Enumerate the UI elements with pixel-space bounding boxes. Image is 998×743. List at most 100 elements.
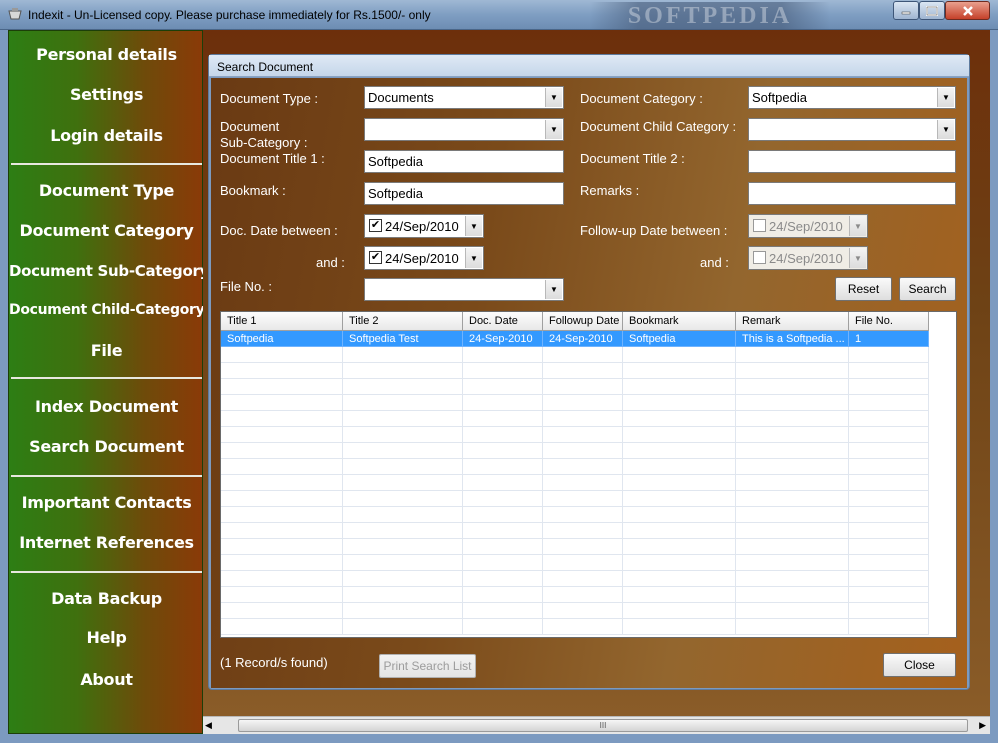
doc-subcategory-select[interactable]: ▼	[364, 118, 564, 141]
horizontal-scrollbar[interactable]: ◀ III ▶	[203, 716, 990, 734]
empty-cell	[343, 571, 463, 587]
maximize-button[interactable]	[919, 1, 945, 20]
empty-cell	[736, 347, 849, 363]
nav-document-child-category[interactable]: Document Child-Category	[9, 302, 205, 318]
remarks-input[interactable]	[748, 182, 956, 205]
nav-document-type[interactable]: Document Type	[9, 181, 204, 200]
empty-cell	[343, 459, 463, 475]
followup-between-label: Follow-up Date between :	[580, 223, 728, 238]
doc-date-from-checkbox[interactable]: ✔	[369, 219, 382, 232]
empty-cell	[849, 475, 929, 491]
empty-cell	[849, 587, 929, 603]
empty-cell	[463, 507, 543, 523]
file-no-select[interactable]: ▼	[364, 278, 564, 301]
doc-date-from-value: 24/Sep/2010	[385, 219, 459, 234]
empty-cell	[849, 379, 929, 395]
scrollbar-thumb[interactable]: III	[238, 719, 968, 732]
empty-cell	[623, 555, 736, 571]
search-button[interactable]: Search	[899, 277, 956, 301]
doc-child-category-select[interactable]: ▼	[748, 118, 956, 141]
doc-type-select[interactable]: Documents ▼	[364, 86, 564, 109]
reset-button[interactable]: Reset	[835, 277, 892, 301]
close-window-button[interactable]	[945, 1, 990, 20]
nav-important-contacts[interactable]: Important Contacts	[9, 493, 204, 512]
table-row[interactable]: Softpedia Softpedia Test 24-Sep-2010 24-…	[221, 331, 929, 347]
doc-type-value: Documents	[368, 90, 434, 105]
nav-settings[interactable]: Settings	[9, 85, 204, 104]
column-header[interactable]: Remark	[736, 312, 849, 331]
chevron-down-icon[interactable]: ▼	[465, 248, 482, 268]
title2-label: Document Title 2 :	[580, 151, 685, 166]
empty-cell	[849, 363, 929, 379]
empty-cell	[543, 571, 623, 587]
chevron-down-icon[interactable]: ▼	[465, 216, 482, 236]
chevron-down-icon[interactable]: ▼	[545, 88, 562, 107]
chevron-down-icon[interactable]: ▼	[849, 248, 866, 268]
doc-category-select[interactable]: Softpedia ▼	[748, 86, 956, 109]
column-header[interactable]: Title 1	[221, 312, 343, 331]
column-header[interactable]: Doc. Date	[463, 312, 543, 331]
empty-cell	[736, 459, 849, 475]
nav-help[interactable]: Help	[9, 628, 204, 647]
nav-file[interactable]: File	[9, 341, 204, 360]
scroll-right-icon[interactable]: ▶	[979, 720, 986, 731]
table-cell: Softpedia	[623, 331, 736, 347]
doc-date-to-picker[interactable]: ✔ 24/Sep/2010 ▼	[364, 246, 484, 270]
empty-cell	[736, 491, 849, 507]
empty-cell	[736, 443, 849, 459]
doc-date-from-picker[interactable]: ✔ 24/Sep/2010 ▼	[364, 214, 484, 238]
empty-cell	[343, 587, 463, 603]
column-header[interactable]: Followup Date	[543, 312, 623, 331]
empty-cell	[623, 443, 736, 459]
print-search-list-button[interactable]: Print Search List	[379, 654, 476, 678]
empty-row	[221, 395, 929, 411]
empty-cell	[849, 347, 929, 363]
nav-login-details[interactable]: Login details	[9, 126, 204, 145]
empty-cell	[221, 587, 343, 603]
empty-cell	[623, 523, 736, 539]
chevron-down-icon[interactable]: ▼	[937, 120, 954, 139]
nav-data-backup[interactable]: Data Backup	[9, 589, 204, 608]
empty-row	[221, 571, 929, 587]
nav-internet-references[interactable]: Internet References	[9, 533, 204, 552]
table-header: Title 1 Title 2 Doc. Date Followup Date …	[221, 312, 929, 331]
doc-date-to-checkbox[interactable]: ✔	[369, 251, 382, 264]
empty-cell	[221, 603, 343, 619]
chevron-down-icon[interactable]: ▼	[849, 216, 866, 236]
followup-from-checkbox[interactable]	[753, 219, 766, 232]
title1-input[interactable]: Softpedia	[364, 150, 564, 173]
minimize-button[interactable]	[893, 1, 919, 20]
results-table[interactable]: Title 1 Title 2 Doc. Date Followup Date …	[220, 311, 957, 638]
empty-cell	[543, 491, 623, 507]
chevron-down-icon[interactable]: ▼	[545, 280, 562, 299]
empty-row	[221, 443, 929, 459]
title2-input[interactable]	[748, 150, 956, 173]
column-header[interactable]: Title 2	[343, 312, 463, 331]
empty-row	[221, 379, 929, 395]
close-button[interactable]: Close	[883, 653, 956, 677]
chevron-down-icon[interactable]: ▼	[937, 88, 954, 107]
empty-cell	[849, 571, 929, 587]
nav-search-document[interactable]: Search Document	[9, 437, 204, 456]
empty-cell	[463, 491, 543, 507]
followup-to-picker[interactable]: 24/Sep/2010 ▼	[748, 246, 868, 270]
chevron-down-icon[interactable]: ▼	[545, 120, 562, 139]
column-header[interactable]: File No.	[849, 312, 929, 331]
followup-to-checkbox[interactable]	[753, 251, 766, 264]
empty-cell	[736, 363, 849, 379]
nav-about[interactable]: About	[9, 670, 204, 689]
column-header[interactable]: Bookmark	[623, 312, 736, 331]
scroll-left-icon[interactable]: ◀	[205, 720, 212, 731]
table-cell: This is a Softpedia ...	[736, 331, 849, 347]
empty-cell	[221, 539, 343, 555]
nav-index-document[interactable]: Index Document	[9, 397, 204, 416]
empty-cell	[623, 363, 736, 379]
followup-from-picker[interactable]: 24/Sep/2010 ▼	[748, 214, 868, 238]
nav-personal-details[interactable]: Personal details	[9, 45, 204, 64]
bookmark-input[interactable]: Softpedia	[364, 182, 564, 205]
doc-category-value: Softpedia	[752, 90, 807, 105]
empty-cell	[623, 619, 736, 635]
nav-document-sub-category[interactable]: Document Sub-Category	[9, 262, 209, 280]
nav-document-category[interactable]: Document Category	[9, 221, 204, 240]
close-icon	[962, 5, 973, 16]
